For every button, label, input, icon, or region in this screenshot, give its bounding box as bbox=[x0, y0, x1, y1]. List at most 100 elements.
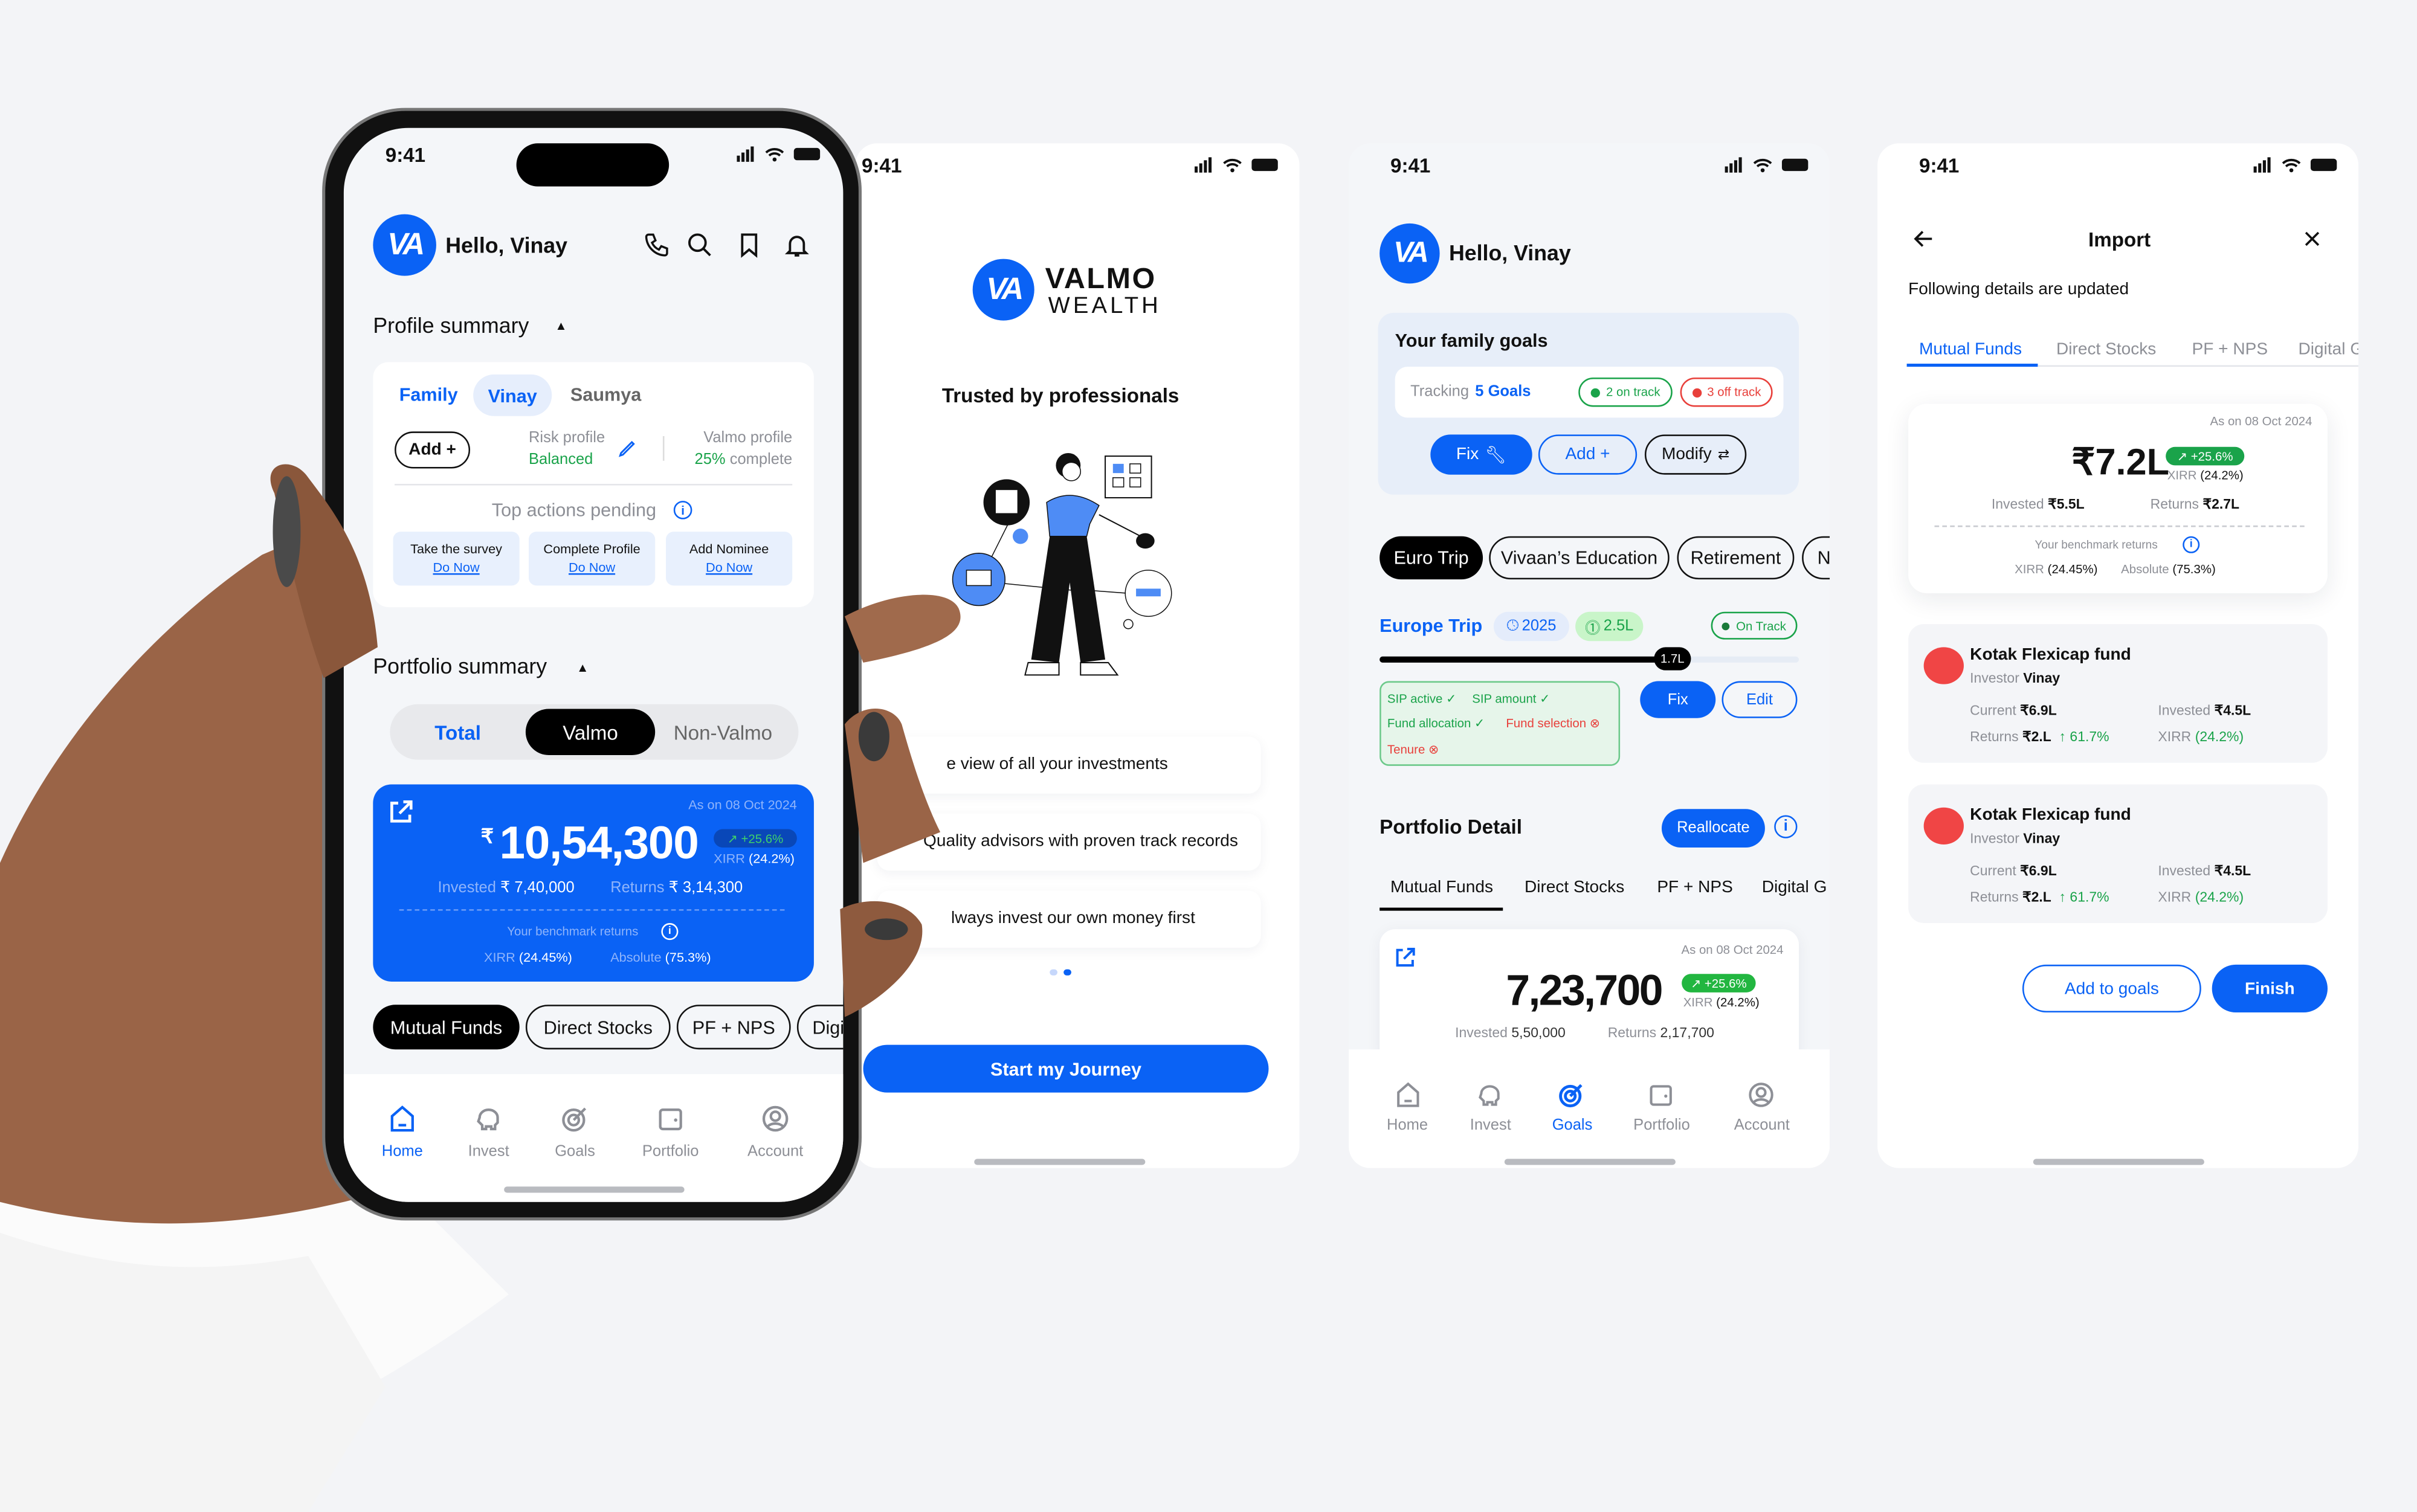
invested-value: ₹4.5L bbox=[2214, 703, 2251, 718]
goal-year: 2025 bbox=[1522, 617, 1557, 635]
tab-pf-nps[interactable]: PF + NPS bbox=[1657, 878, 1733, 897]
goals-screen: 9:41 VA Hello, Vinay Your family goals T… bbox=[1349, 143, 1830, 1168]
benchmark-xirr-label: XIRR bbox=[2015, 562, 2044, 577]
returns-value: ₹2.L bbox=[2022, 729, 2051, 745]
tab-pf-nps[interactable]: PF + NPS bbox=[2192, 341, 2268, 359]
off-track-badge[interactable]: 3 off track bbox=[1680, 377, 1773, 407]
fund-card[interactable]: Kotak Flexicap fund Investor Vinay Curre… bbox=[1908, 784, 2328, 924]
page-dot[interactable] bbox=[1050, 969, 1057, 976]
hand-fingers bbox=[270, 464, 961, 1017]
goal-status-badge: On Track bbox=[1711, 611, 1798, 640]
invested-value: 5,50,000 bbox=[1511, 1025, 1566, 1040]
returns-label: Returns bbox=[1970, 729, 2019, 745]
fund-card[interactable]: Kotak Flexicap fund Investor Vinay Curre… bbox=[1908, 624, 2328, 763]
finish-button[interactable]: Finish bbox=[2212, 964, 2328, 1013]
check-fund-selection: Fund selection ⊗ bbox=[1506, 716, 1600, 731]
edit-goal-button[interactable]: Edit bbox=[1722, 681, 1798, 718]
returns-value: 2,17,700 bbox=[1660, 1025, 1714, 1040]
goal-progress-track bbox=[1380, 656, 1799, 663]
goal-pill-education[interactable]: Vivaan’s Education bbox=[1489, 536, 1670, 580]
green-dot-icon bbox=[1590, 387, 1600, 397]
close-icon[interactable] bbox=[2302, 228, 2323, 250]
tracking-label: Tracking bbox=[1410, 384, 1470, 401]
tabs-divider bbox=[2038, 365, 2359, 367]
add-to-goals-button[interactable]: Add to goals bbox=[2022, 964, 2201, 1013]
tab-mutual-funds[interactable]: Mutual Funds bbox=[1919, 341, 2022, 359]
as-on-date: As on 08 Oct 2024 bbox=[1681, 943, 1784, 957]
portfolio-value: 7,23,700 bbox=[1506, 966, 1663, 1014]
check-tenure: Tenure ⊗ bbox=[1387, 742, 1439, 757]
add-goal-button[interactable]: Add + bbox=[1538, 434, 1638, 475]
nav-home[interactable]: Home bbox=[1387, 1117, 1428, 1134]
external-link-icon[interactable] bbox=[1392, 945, 1418, 971]
greeting: Hello, Vinay bbox=[1448, 240, 1571, 265]
wallet-icon[interactable] bbox=[1646, 1080, 1675, 1109]
page-dot-active[interactable] bbox=[1063, 969, 1071, 976]
mockup-stage: 9:41 VA VALMO WEALTH Trusted by professi… bbox=[0, 0, 2417, 1512]
xirr-label: XIRR bbox=[2167, 468, 2197, 483]
account-icon[interactable] bbox=[1746, 1080, 1775, 1109]
red-dot-icon bbox=[1691, 387, 1702, 397]
wrench-icon: 🔧︎ bbox=[1485, 446, 1507, 465]
nav-account[interactable]: Account bbox=[1734, 1117, 1790, 1134]
import-title: Import bbox=[2088, 228, 2151, 251]
home-indicator bbox=[1504, 1159, 1676, 1165]
returns-pct: ↑ 61.7% bbox=[2059, 889, 2109, 905]
reallocate-button[interactable]: Reallocate bbox=[1661, 809, 1765, 848]
status-icons bbox=[2253, 157, 2337, 173]
goal-pill-euro-trip[interactable]: Euro Trip bbox=[1380, 536, 1483, 580]
invested-label: Invested bbox=[1455, 1025, 1508, 1040]
goal-amount: 2.5L bbox=[1603, 617, 1634, 635]
benchmark-absolute-label: Absolute bbox=[2121, 562, 2169, 577]
fix-goals-button[interactable]: Fix 🔧︎ bbox=[1430, 434, 1532, 475]
goal-name: Europe Trip bbox=[1380, 614, 1483, 637]
goal-progress-value[interactable]: 1.7L bbox=[1654, 647, 1691, 671]
on-track-label: 2 on track bbox=[1605, 385, 1660, 399]
goal-progress-fill bbox=[1380, 656, 1665, 663]
home-icon[interactable] bbox=[1393, 1080, 1422, 1109]
invested-value: ₹4.5L bbox=[2214, 863, 2251, 879]
current-value: ₹6.9L bbox=[2020, 703, 2057, 718]
fund-name: Kotak Flexicap fund bbox=[1970, 645, 2131, 664]
change-badge: ↗ +25.6% bbox=[2166, 446, 2245, 466]
nav-invest[interactable]: Invest bbox=[1470, 1117, 1511, 1134]
info-icon[interactable]: i bbox=[2183, 536, 2200, 553]
goals-target-icon[interactable] bbox=[1557, 1080, 1586, 1109]
fund-logo bbox=[1923, 807, 1964, 844]
nav-portfolio[interactable]: Portfolio bbox=[1633, 1117, 1690, 1134]
fix-goal-button[interactable]: Fix bbox=[1640, 681, 1716, 718]
investor-label: Investor bbox=[1970, 830, 2019, 846]
current-label: Current bbox=[1970, 863, 2016, 879]
modify-label: Modify bbox=[1662, 445, 1712, 464]
xirr-value: (24.2%) bbox=[2200, 468, 2244, 483]
tab-digital-gold[interactable]: Digital G bbox=[1762, 878, 1827, 897]
clock-icon: 🕓︎ bbox=[1506, 617, 1519, 635]
nav-goals[interactable]: Goals bbox=[1552, 1117, 1593, 1134]
status-time: 9:41 bbox=[1918, 154, 1960, 178]
current-value: ₹6.9L bbox=[2020, 863, 2057, 879]
status-dot-icon bbox=[1722, 622, 1730, 630]
import-subtitle: Following details are updated bbox=[1908, 280, 2129, 299]
returns-pct: ↑ 61.7% bbox=[2059, 729, 2109, 745]
fund-logo bbox=[1923, 647, 1964, 684]
piggy-bank-icon[interactable] bbox=[1475, 1080, 1504, 1109]
info-icon[interactable]: i bbox=[1774, 815, 1798, 838]
goal-pill-more[interactable]: N bbox=[1802, 536, 1830, 580]
fix-label: Fix bbox=[1456, 445, 1479, 464]
goal-year-badge: 🕓︎ 2025 bbox=[1493, 611, 1569, 642]
tab-digital-gold[interactable]: Digital G bbox=[2299, 341, 2358, 359]
tab-direct-stocks[interactable]: Direct Stocks bbox=[1525, 878, 1624, 897]
check-sip-amount: SIP amount ✓ bbox=[1472, 692, 1551, 706]
import-summary-card: As on 08 Oct 2024 ₹7.2L ↗ +25.6% XIRR (2… bbox=[1908, 404, 2328, 594]
back-arrow-icon[interactable] bbox=[1911, 227, 1936, 251]
returns-value: ₹2.7L bbox=[2202, 496, 2240, 512]
tab-mutual-funds[interactable]: Mutual Funds bbox=[1390, 878, 1493, 897]
tab-direct-stocks[interactable]: Direct Stocks bbox=[2056, 341, 2156, 359]
modify-goals-button[interactable]: Modify ⇄ bbox=[1644, 434, 1747, 475]
on-track-badge[interactable]: 2 on track bbox=[1578, 377, 1673, 407]
returns-label: Returns bbox=[1607, 1025, 1657, 1040]
goal-pill-retirement[interactable]: Retirement bbox=[1677, 536, 1795, 580]
import-screen: 9:41 Import Following details are update… bbox=[1877, 143, 2359, 1168]
portfolio-value-card: As on 08 Oct 2024 7,23,700 ↗ +25.6% XIRR… bbox=[1380, 929, 1799, 1068]
goal-status: On Track bbox=[1736, 619, 1786, 633]
